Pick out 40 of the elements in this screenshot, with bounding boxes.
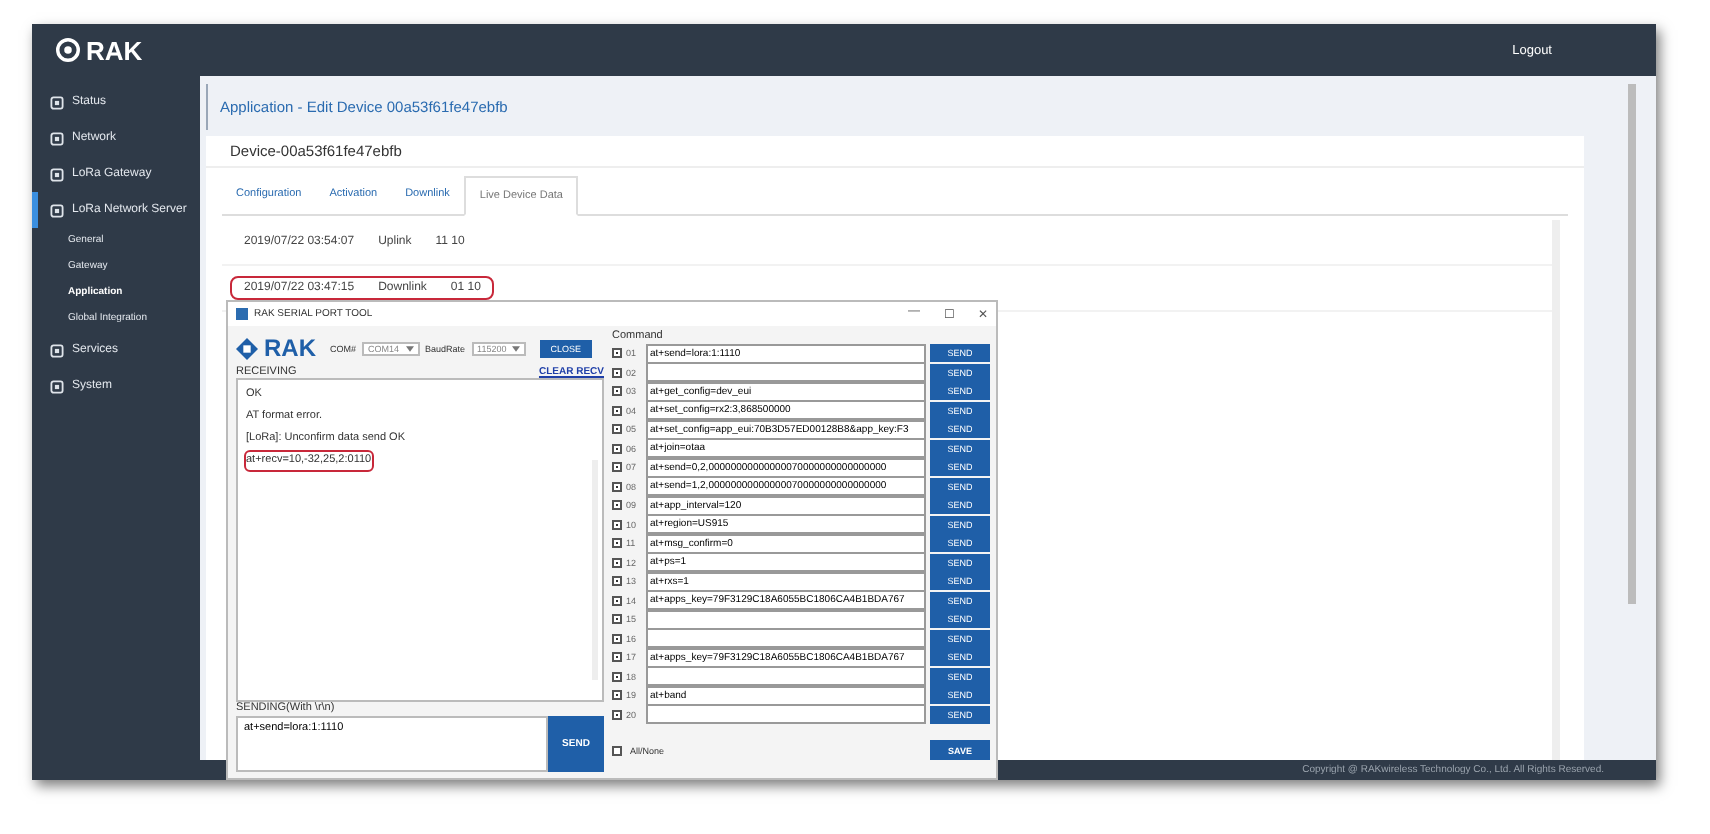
- checkbox[interactable]: [612, 481, 622, 492]
- checkbox[interactable]: [612, 443, 622, 454]
- caret-icon: [405, 345, 414, 351]
- checkbox[interactable]: [612, 500, 622, 511]
- menu-item-icon: [50, 95, 64, 109]
- menu-item-icon: [50, 167, 64, 181]
- menu-item-icon: [50, 203, 64, 217]
- checkbox[interactable]: [612, 538, 622, 549]
- checkbox[interactable]: [612, 633, 622, 644]
- checkbox[interactable]: [612, 709, 622, 720]
- logo-icon: [56, 38, 80, 62]
- checkbox[interactable]: [612, 595, 622, 606]
- app-icon: [236, 308, 248, 320]
- checkbox[interactable]: [612, 614, 622, 625]
- menu-item-icon: [50, 343, 64, 357]
- menu-item-icon: [50, 131, 64, 145]
- checkbox[interactable]: [612, 348, 622, 359]
- command-input[interactable]: [646, 704, 926, 725]
- logo-icon: [236, 337, 258, 359]
- menu-item-icon: [50, 379, 64, 393]
- command-input[interactable]: [646, 666, 926, 687]
- command-input[interactable]: [646, 362, 926, 383]
- command-input[interactable]: [646, 628, 926, 649]
- checkbox[interactable]: [612, 652, 622, 663]
- checkbox[interactable]: [612, 690, 622, 701]
- checkbox[interactable]: [612, 405, 622, 416]
- checkbox[interactable]: [612, 367, 622, 378]
- logo-text: RAK: [86, 35, 143, 65]
- checkbox[interactable]: [612, 424, 622, 435]
- checkbox[interactable]: [612, 519, 622, 530]
- scrollbar[interactable]: [1628, 84, 1636, 604]
- checkbox[interactable]: [612, 557, 622, 568]
- caret-icon: [512, 345, 521, 351]
- checkbox[interactable]: [612, 745, 622, 755]
- logo-text: RAK: [264, 334, 316, 362]
- checkbox[interactable]: [612, 671, 622, 682]
- checkbox[interactable]: [612, 576, 622, 587]
- checkbox[interactable]: [612, 462, 622, 473]
- command-input[interactable]: [646, 609, 926, 630]
- checkbox[interactable]: [612, 386, 622, 397]
